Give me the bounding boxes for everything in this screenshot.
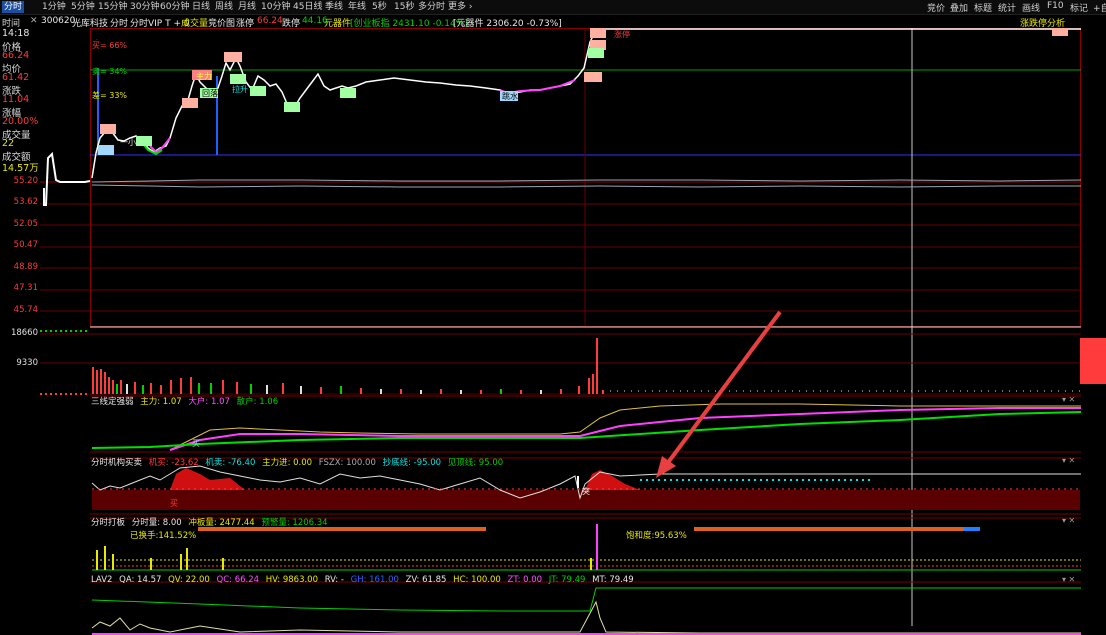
signal-markers: 主力 · 拉升 涨停 一小 跳水 回落 — [96, 28, 1068, 155]
tab-season[interactable]: 季线 — [323, 1, 345, 13]
panel4-controls[interactable]: ▾ ✕ — [1062, 575, 1075, 584]
tab-5min[interactable]: 5分钟 — [69, 1, 97, 13]
panel2-name: 分时机构买卖 — [91, 458, 143, 468]
panel4-hv: HV: 9863.00 — [265, 575, 318, 585]
turnover-label: 已换手:141.52% — [130, 531, 197, 541]
panel3-warn: 预警量: 1206.34 — [261, 518, 328, 528]
main-force-marker: 主力 — [196, 71, 212, 81]
break-signal-mark: 突 — [582, 486, 590, 496]
tab-week[interactable]: 周线 — [213, 1, 235, 13]
panel4-qv: QV: 22.00 — [168, 575, 210, 585]
institution-title: 分时机构买卖 机买: -23.62 机卖: -76.40 主力进: 0.00 F… — [91, 456, 507, 468]
tab-30min[interactable]: 30分钟 — [128, 1, 161, 13]
tab-month[interactable]: 月线 — [236, 1, 258, 13]
panel4-mt: MT: 79.49 — [592, 575, 634, 585]
stock-info-bar: 时间 ✕ 300620 光库科技 分时 分时VIP T + 0 成交量 竞价图 … — [0, 15, 1106, 29]
buy-signal-mark: 买 — [170, 499, 178, 508]
f10-button[interactable]: F10 — [1047, 1, 1064, 11]
period-toolbar: 分时 1分钟 5分钟 15分钟 30分钟 60分钟 日线 周线 月线 10分钟 … — [0, 0, 1106, 15]
panel2-bottom: 抄底线: -95.00 — [382, 458, 442, 468]
panel1-controls[interactable]: ▾ ✕ — [1062, 395, 1075, 404]
board-title: 分时打板 分时量: 8.00 冲板量: 2477.44 预警量: 1206.34 — [91, 516, 332, 528]
panel1-big: 大户: 1.07 — [188, 397, 230, 407]
stats-button[interactable]: 统计 — [998, 1, 1016, 14]
red-arrow-annotation — [656, 310, 782, 478]
price-line — [91, 28, 1081, 179]
panel2-top: 见顶线: 95.00 — [447, 458, 504, 468]
tab-day[interactable]: 日线 — [190, 1, 212, 13]
tab-60min[interactable]: 60分钟 — [158, 1, 191, 13]
panel2-buy: 机买: -23.62 — [148, 458, 199, 468]
panel4-zv: ZV: 61.85 — [405, 575, 447, 585]
pullup-marker: 拉升 — [232, 84, 248, 94]
tab-45day[interactable]: 45日线 — [291, 1, 324, 13]
panel2-sell: 机卖: -76.40 — [205, 458, 256, 468]
mark-button[interactable]: 标记 — [1070, 1, 1088, 14]
panel2-controls[interactable]: ▾ ✕ — [1062, 456, 1075, 465]
avg-line-2 — [91, 184, 1081, 188]
svg-text:一小: 一小 — [120, 138, 136, 147]
panel2-main: 主力进: 0.00 — [262, 458, 313, 468]
lav2-title: LAV2 QA: 14.57 QV: 22.00 QC: 66.24 HV: 9… — [91, 575, 638, 585]
panel4-qa: QA: 14.57 — [119, 575, 162, 585]
panel3-rush: 冲板量: 2477.44 — [188, 518, 255, 528]
panel3-name: 分时打板 — [91, 518, 126, 528]
panel3-vol: 分时量: 8.00 — [131, 518, 182, 528]
custom-button[interactable]: +自 — [1093, 1, 1106, 14]
title-button[interactable]: 标题 — [974, 1, 992, 14]
stock-code: 300620 — [41, 16, 76, 26]
panel1-retail: 散户: 1.06 — [236, 397, 279, 407]
tab-10min[interactable]: 10分钟 — [259, 1, 292, 13]
lav2-panel — [90, 581, 1081, 635]
panel1-main: 主力: 1.07 — [140, 397, 182, 407]
panel4-name: LAV2 — [91, 575, 113, 585]
tab-15sec[interactable]: 15秒 — [392, 1, 416, 13]
panel3-controls[interactable]: ▾ ✕ — [1062, 516, 1075, 525]
auction-price-line — [44, 151, 91, 206]
panel4-qc: QC: 66.24 — [216, 575, 260, 585]
diff-ratio-label: 差= 33% — [92, 90, 127, 100]
svg-text:·: · — [96, 37, 98, 44]
panel4-zt: ZT: 0.00 — [507, 575, 543, 585]
overlay-button[interactable]: 叠加 — [950, 1, 968, 14]
tab-more[interactable]: 更多 › — [446, 1, 474, 13]
tab-15min[interactable]: 15分钟 — [96, 1, 129, 13]
close-icon[interactable]: ✕ — [30, 16, 38, 26]
panel4-rv: RV: - — [324, 575, 344, 585]
panel4-hc: HC: 100.00 — [453, 575, 501, 585]
auction-button[interactable]: 竞价 — [927, 1, 945, 14]
panel4-gh: GH: 161.00 — [350, 575, 399, 585]
draw-button[interactable]: 画线 — [1022, 1, 1040, 14]
three-line-title: 三线定强弱 主力: 1.07 大户: 1.07 散户: 1.06 — [91, 395, 282, 407]
tab-multi[interactable]: 多分时 — [416, 1, 447, 13]
tab-5sec[interactable]: 5秒 — [370, 1, 389, 13]
tab-fenshi[interactable]: 分时 — [2, 1, 25, 13]
limit-up-value: 66.24 — [257, 16, 283, 26]
svg-text:买: 买 — [192, 439, 200, 448]
saturation-label: 饱和度:95.63% — [626, 531, 687, 541]
svg-text:回落: 回落 — [202, 88, 218, 98]
limit-up-marker: 涨停 — [614, 29, 630, 39]
panel2-fszx: FSZX: 100.00 — [318, 458, 376, 468]
sell-ratio-label: 卖= 34% — [92, 67, 127, 76]
tab-year[interactable]: 年线 — [346, 1, 368, 13]
tab-1min[interactable]: 1分钟 — [40, 1, 68, 13]
panel4-jt: JT: 79.49 — [548, 575, 586, 585]
panel1-name: 三线定强弱 — [91, 397, 134, 407]
intraday-chart[interactable]: 买= 66% 卖= 34% 差= 33% 主力 · 拉升 涨停 一小 跳水 回落 — [0, 28, 1106, 635]
svg-text:跳水: 跳水 — [502, 91, 518, 101]
